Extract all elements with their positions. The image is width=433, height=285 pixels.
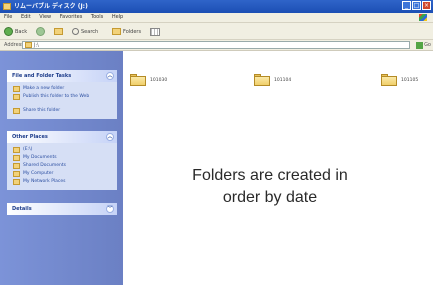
caption-line-2: order by date xyxy=(222,189,318,206)
maximize-button[interactable]: □ xyxy=(412,1,421,10)
title-bar[interactable]: リムーバブル ディスク (J:) _ □ × xyxy=(0,0,433,13)
other-places-header[interactable]: Other Places ︿ xyxy=(7,131,117,143)
place-drive-label: (E:\) xyxy=(23,147,33,152)
address-bar: Address J:\ Go xyxy=(0,40,433,51)
place-drive[interactable]: (E:\) xyxy=(7,146,117,154)
place-shared-documents[interactable]: Shared Documents xyxy=(7,162,117,170)
task-new-folder[interactable]: Make a new folder xyxy=(7,85,117,93)
shared-documents-icon xyxy=(13,163,20,169)
folder-item[interactable]: 101030 xyxy=(130,73,190,87)
toolbar: Back Search Folders xyxy=(0,22,433,40)
go-label: Go xyxy=(424,42,431,48)
back-button[interactable]: Back xyxy=(4,26,27,37)
caption-line-1: Folders are created in xyxy=(192,167,348,184)
up-folder-icon xyxy=(54,28,63,35)
place-shared-documents-label: Shared Documents xyxy=(23,163,66,168)
drive-small-icon xyxy=(25,42,32,48)
menu-edit[interactable]: Edit xyxy=(21,14,31,20)
expand-chevron-icon[interactable]: ﹀ xyxy=(106,205,114,213)
address-field[interactable]: J:\ xyxy=(22,41,410,49)
task-publish-web-label: Publish this folder to the Web xyxy=(23,94,90,99)
task-new-folder-label: Make a new folder xyxy=(23,86,65,91)
explorer-window: リムーバブル ディスク (J:) _ □ × File Edit View Fa… xyxy=(0,0,433,285)
search-label: Search xyxy=(81,28,99,35)
network-places-icon xyxy=(13,179,20,185)
place-my-computer-label: My Computer xyxy=(23,171,54,176)
folder-name: 101030 xyxy=(150,77,168,83)
file-tasks-panel: File and Folder Tasks ︿ Make a new folde… xyxy=(7,70,117,119)
place-network-label: My Network Places xyxy=(23,179,66,184)
folders-label: Folders xyxy=(123,28,142,35)
place-my-computer[interactable]: My Computer xyxy=(7,170,117,178)
drive-icon xyxy=(3,3,11,10)
forward-button[interactable] xyxy=(36,26,45,37)
window-controls: _ □ × xyxy=(402,1,431,10)
collapse-chevron-icon[interactable]: ︿ xyxy=(106,133,114,141)
other-places-title: Other Places xyxy=(12,134,48,140)
folder-item[interactable]: 101105 xyxy=(381,73,433,87)
forward-arrow-icon xyxy=(36,27,45,36)
back-label: Back xyxy=(15,28,28,35)
views-button[interactable] xyxy=(150,26,160,37)
file-tasks-header[interactable]: File and Folder Tasks ︿ xyxy=(7,70,117,82)
menu-bar: File Edit View Favorites Tools Help xyxy=(0,13,433,22)
search-icon xyxy=(72,28,79,35)
my-documents-icon xyxy=(13,155,20,161)
place-network[interactable]: My Network Places xyxy=(7,178,117,186)
search-button[interactable]: Search xyxy=(72,26,98,37)
folder-icon xyxy=(254,74,270,86)
menu-help[interactable]: Help xyxy=(112,14,123,20)
new-folder-icon xyxy=(13,86,20,92)
windows-flag-icon xyxy=(419,14,427,21)
folders-icon xyxy=(112,28,121,35)
folder-name: 101104 xyxy=(274,77,292,83)
views-icon xyxy=(150,27,160,36)
task-share-folder-label: Share this folder xyxy=(23,108,61,113)
go-arrow-icon xyxy=(416,41,424,49)
drive-icon xyxy=(13,147,20,153)
task-publish-web[interactable]: Publish this folder to the Web xyxy=(7,93,117,107)
menu-tools[interactable]: Tools xyxy=(91,14,103,20)
share-folder-icon xyxy=(13,108,20,114)
close-button[interactable]: × xyxy=(422,1,431,10)
collapse-chevron-icon[interactable]: ︿ xyxy=(106,72,114,80)
folders-button[interactable]: Folders xyxy=(112,26,141,37)
place-my-documents-label: My Documents xyxy=(23,155,57,160)
go-button[interactable]: Go xyxy=(416,41,431,49)
back-arrow-icon xyxy=(4,27,13,36)
window-title: リムーバブル ディスク (J:) xyxy=(14,3,88,10)
task-pane: File and Folder Tasks ︿ Make a new folde… xyxy=(0,51,123,285)
details-header[interactable]: Details ﹀ xyxy=(7,203,117,215)
publish-web-icon xyxy=(13,94,20,100)
task-share-folder[interactable]: Share this folder xyxy=(7,107,117,115)
menu-file[interactable]: File xyxy=(4,14,12,20)
minimize-button[interactable]: _ xyxy=(402,1,411,10)
address-value: J:\ xyxy=(34,42,39,49)
up-folder-button[interactable] xyxy=(54,26,63,37)
menu-view[interactable]: View xyxy=(39,14,51,20)
file-tasks-title: File and Folder Tasks xyxy=(12,73,72,79)
folder-name: 101105 xyxy=(401,77,419,83)
address-label: Address xyxy=(4,42,24,48)
place-my-documents[interactable]: My Documents xyxy=(7,154,117,162)
menu-favorites[interactable]: Favorites xyxy=(60,14,83,20)
caption-text: Folders are created in order by date xyxy=(160,165,380,209)
other-places-panel: Other Places ︿ (E:\) My Documents Shared… xyxy=(7,131,117,190)
details-title: Details xyxy=(12,206,32,212)
details-panel: Details ﹀ xyxy=(7,203,117,215)
my-computer-icon xyxy=(13,171,20,177)
folder-icon xyxy=(130,74,146,86)
folder-item[interactable]: 101104 xyxy=(254,73,314,87)
folder-icon xyxy=(381,74,397,86)
